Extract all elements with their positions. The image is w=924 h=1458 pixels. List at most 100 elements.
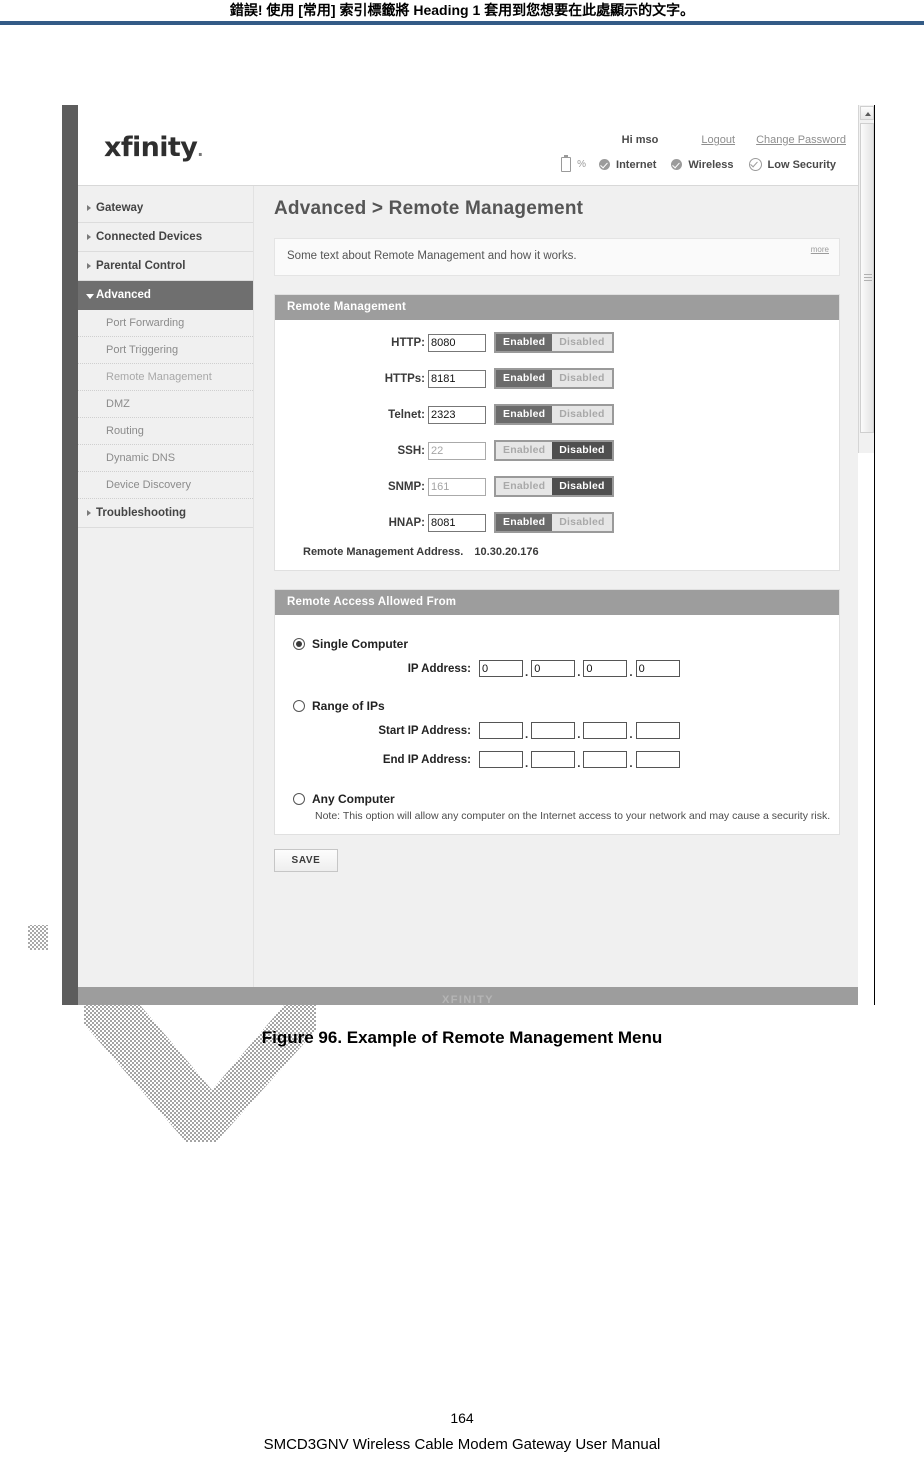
save-button[interactable]: SAVE [274, 849, 338, 872]
telnet-port-input[interactable] [428, 405, 486, 424]
sidebar-sub-label: Device Discovery [106, 479, 191, 491]
radio-range-of-ips[interactable]: Range of IPs [293, 699, 839, 713]
radio-label: Range of IPs [312, 699, 385, 713]
document-header-note: 錯誤! 使用 [常用] 索引標籤將 Heading 1 套用到您想要在此處顯示的… [229, 2, 695, 18]
end-ip-octet-2[interactable] [531, 751, 576, 768]
snmp-enabled-button[interactable]: Enabled [496, 478, 553, 495]
start-ip-octet-4[interactable] [635, 722, 680, 739]
account-row: Hi mso Logout Change Password [622, 134, 846, 146]
status-wireless-label: Wireless [688, 158, 734, 171]
sidebar-item-advanced[interactable]: Advanced [78, 281, 253, 310]
https-enabled-button[interactable]: Enabled [496, 370, 553, 387]
ssh-enabled-button[interactable]: Enabled [496, 442, 553, 459]
sidebar-item-label: Troubleshooting [96, 507, 187, 519]
scroll-up-arrow-icon[interactable] [860, 106, 874, 120]
ip-dot-separator: . [525, 757, 529, 770]
status-security[interactable]: Low Security [748, 158, 836, 171]
check-circle-icon [599, 159, 611, 170]
panel-title-remote-access: Remote Access Allowed From [275, 590, 839, 615]
ssh-port-input[interactable] [428, 441, 486, 460]
ip-dot-separator: . [577, 757, 581, 770]
hnap-enabled-button[interactable]: Enabled [496, 514, 553, 531]
start-ip-row: Start IP Address: . . . [275, 722, 839, 741]
panel-title-remote-management: Remote Management [275, 295, 839, 320]
start-ip-octet-1[interactable] [479, 722, 523, 739]
sidebar-item-dynamic-dns[interactable]: Dynamic DNS [78, 445, 253, 472]
sidebar-item-parental-control[interactable]: Parental Control [78, 252, 253, 281]
end-ip-octet-3[interactable] [583, 751, 628, 768]
router-body: Gateway Connected Devices Parental Contr… [78, 186, 858, 1005]
scrollbar-thumb[interactable] [860, 123, 874, 433]
sidebar-sub-label: Routing [106, 425, 144, 437]
status-security-label: Low Security [767, 158, 836, 171]
end-ip-row: End IP Address: . . . [275, 751, 839, 770]
end-ip-octet-4[interactable] [635, 751, 680, 768]
intro-box: Some text about Remote Management and ho… [274, 238, 840, 276]
port-label: Telnet: [388, 408, 425, 421]
shield-check-icon [748, 158, 762, 171]
sidebar-sub-label: Port Triggering [106, 344, 179, 356]
status-internet[interactable]: Internet [599, 159, 656, 171]
chevron-down-icon [86, 294, 94, 299]
ip-dot-separator: . [629, 757, 633, 770]
ssh-disabled-button[interactable]: Disabled [552, 442, 612, 459]
remote-management-address: Remote Management Address. 10.30.20.176 [303, 546, 839, 558]
single-ip-octet-4[interactable] [635, 660, 680, 677]
more-link[interactable]: more [811, 245, 829, 254]
port-label: SNMP: [387, 480, 425, 493]
sidebar-item-port-forwarding[interactable]: Port Forwarding [78, 310, 253, 337]
hnap-disabled-button[interactable]: Disabled [552, 514, 612, 531]
snmp-disabled-button[interactable]: Disabled [552, 478, 612, 495]
ip-dot-separator: . [525, 666, 529, 679]
sidebar-item-routing[interactable]: Routing [78, 418, 253, 445]
ip-dot-separator: . [577, 728, 581, 741]
sidebar-sub-label: DMZ [106, 398, 130, 410]
sidebar-sub-label: Dynamic DNS [106, 452, 176, 464]
end-ip-octet-1[interactable] [479, 751, 523, 768]
snmp-port-input[interactable] [428, 477, 486, 496]
sidebar-item-device-discovery[interactable]: Device Discovery [78, 472, 253, 499]
main-content: Advanced > Remote Management Some text a… [254, 186, 858, 1005]
sidebar-item-remote-management[interactable]: Remote Management [78, 364, 253, 391]
sidebar-item-label: Parental Control [96, 260, 186, 272]
https-disabled-button[interactable]: Disabled [552, 370, 612, 387]
status-wireless[interactable]: Wireless [671, 158, 734, 171]
chevron-right-icon [87, 510, 91, 516]
start-ip-octet-2[interactable] [531, 722, 576, 739]
single-ip-label: IP Address: [407, 662, 471, 675]
single-ip-octet-3[interactable] [583, 660, 628, 677]
router-top-bar: xfinity. Hi mso Logout Change Password %… [78, 105, 858, 186]
header-divider-rule [0, 21, 924, 25]
http-port-input[interactable] [428, 333, 486, 352]
remote-management-panel: Remote Management HTTP: Enabled Disabled… [274, 294, 840, 571]
remote-management-body: HTTP: Enabled Disabled HTTPs: Enable [275, 320, 839, 570]
radio-single-computer[interactable]: Single Computer [293, 637, 839, 651]
change-password-link[interactable]: Change Password [756, 134, 846, 146]
vertical-scrollbar[interactable] [858, 105, 874, 1005]
sidebar-item-gateway[interactable]: Gateway [78, 194, 253, 223]
single-ip-octet-1[interactable] [479, 660, 523, 677]
telnet-disabled-button[interactable]: Disabled [552, 406, 612, 423]
chevron-right-icon [87, 205, 91, 211]
scrollbar-track[interactable] [858, 105, 874, 453]
intro-text: Some text about Remote Management and ho… [287, 250, 577, 262]
hnap-port-input[interactable] [428, 513, 486, 532]
https-port-input[interactable] [428, 369, 486, 388]
status-internet-label: Internet [616, 158, 657, 171]
http-disabled-button[interactable]: Disabled [552, 334, 612, 351]
http-enabled-button[interactable]: Enabled [496, 334, 553, 351]
radio-label: Any Computer [312, 792, 395, 806]
router-page-footer: XFINITY [78, 987, 858, 1005]
sidebar-item-port-triggering[interactable]: Port Triggering [78, 337, 253, 364]
telnet-enabled-button[interactable]: Enabled [496, 406, 553, 423]
sidebar-item-dmz[interactable]: DMZ [78, 391, 253, 418]
single-ip-octet-2[interactable] [531, 660, 576, 677]
remote-access-panel: Remote Access Allowed From Single Comput… [274, 589, 840, 835]
start-ip-octet-3[interactable] [583, 722, 628, 739]
hnap-toggle: Enabled Disabled [494, 512, 614, 533]
logout-link[interactable]: Logout [701, 134, 735, 146]
battery-percent-label: % [577, 159, 587, 170]
sidebar-item-troubleshooting[interactable]: Troubleshooting [78, 499, 253, 528]
sidebar-item-connected-devices[interactable]: Connected Devices [78, 223, 253, 252]
radio-any-computer[interactable]: Any Computer [293, 792, 839, 806]
